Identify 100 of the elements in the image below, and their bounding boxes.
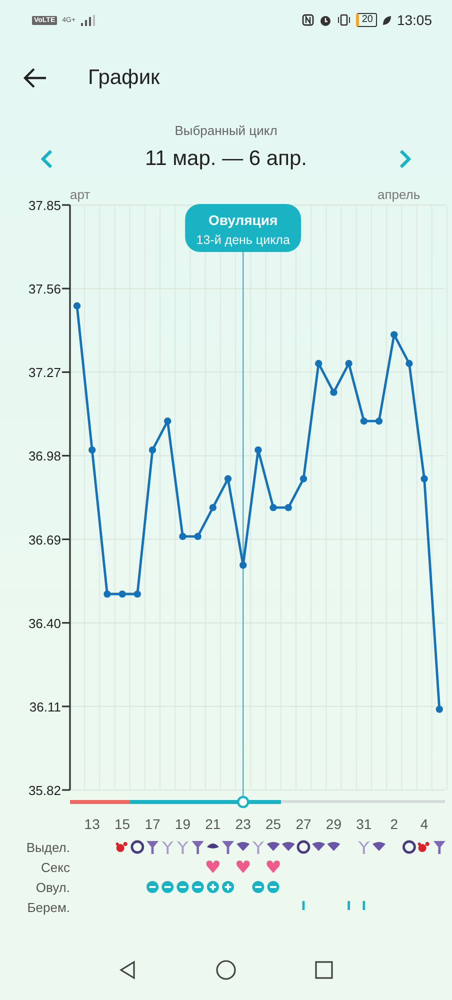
data-point [360,418,368,425]
data-point [330,388,338,396]
data-point [134,590,141,598]
y-tick-label: 35.82 [28,783,61,798]
cycle-caption: Выбранный цикл [174,123,278,138]
data-point [284,504,292,512]
ovulation-marker[interactable] [237,796,250,808]
vibrate-icon [336,14,351,26]
battery-indicator: 20 [356,13,377,27]
data-point [164,418,172,425]
data-point [420,475,428,482]
page-title: График [88,66,160,90]
row-label: Секс [40,860,70,874]
drop-icon [312,842,326,851]
minus-circle-icon [162,881,174,893]
alarm-icon [318,14,332,26]
data-point [254,446,262,454]
data-point [194,532,202,540]
funnel-icon [176,841,189,854]
test-mark-icon [362,901,366,910]
x-tick-label: 21 [205,816,221,832]
x-tick-label: 2 [390,816,398,832]
drop-icon [266,842,280,851]
ring-icon [130,840,144,854]
data-point [240,562,247,569]
data-point [390,331,398,338]
data-point [104,590,111,598]
data-point [179,532,186,540]
minus-circle-icon [192,881,204,893]
data-point [224,475,232,482]
row-label: Овул. [34,880,70,894]
callout-subtitle: 13-й день цикла [196,233,290,247]
month-label: арт [70,187,90,202]
blood-drops-icon [116,842,128,852]
drop-icon [372,842,386,851]
minus-circle-icon [146,881,158,893]
minus-circle-icon [267,881,280,893]
cycle-range: 11 мар. — 6 апр. [144,147,307,171]
drop-icon [282,842,295,851]
y-tick-label: 36.40 [28,616,61,631]
lens-icon [206,844,219,848]
data-point [118,590,126,598]
funnel-icon [222,841,234,854]
y-tick-label: 36.98 [28,448,61,464]
data-point [375,418,383,425]
x-tick-label: 25 [266,816,282,832]
drop-icon [236,842,250,851]
funnel-icon [146,841,158,854]
x-tick-label: 23 [235,816,251,832]
minus-circle-icon [176,881,189,893]
data-point [73,302,81,310]
y-tick-label: 37.56 [28,282,61,297]
leaf-icon [382,14,392,26]
data-point [315,360,322,368]
heart-icon [206,860,220,873]
nfc-icon [302,14,314,26]
data-point [345,360,352,368]
x-tick-label: 17 [144,816,160,832]
test-mark-icon [302,901,305,910]
heart-icon [266,860,280,873]
x-tick-label: 15 [114,816,130,832]
y-tick-label: 36.69 [28,532,61,548]
data-point [436,706,443,713]
funnel-icon [252,841,264,854]
data-point [88,446,96,454]
callout-title: Овуляция [208,212,278,228]
home-nav-icon[interactable] [214,959,237,981]
y-tick-label: 36.11 [29,699,61,714]
plus-circle-icon [222,881,234,893]
y-tick-label: 37.27 [28,365,61,380]
row-label: Выдел. [25,840,70,854]
recents-nav-icon[interactable] [314,960,334,980]
y-tick-label: 37.85 [28,198,61,213]
row-label: Берем. [26,900,70,914]
data-point [209,504,216,512]
x-tick-label: 19 [174,816,190,832]
clock-time: 13:05 [396,12,432,28]
ring-icon [402,840,416,854]
ring-icon [296,840,310,854]
signal-icon [80,14,95,26]
plus-circle-icon [206,881,219,893]
funnel-icon [358,841,370,854]
drop-icon [327,842,340,851]
data-point [270,504,277,512]
x-tick-label: 31 [356,816,372,832]
x-tick-label: 29 [326,816,342,832]
x-tick-label: 13 [84,816,100,832]
funnel-icon [192,841,204,854]
back-arrow-icon[interactable] [22,66,48,88]
funnel-icon [433,841,446,854]
x-tick-label: 27 [296,816,312,832]
data-point [406,360,413,368]
funnel-icon [162,841,174,854]
data-point [300,475,308,482]
x-tick-label: 4 [420,816,428,832]
test-mark-icon [348,901,350,910]
data-point [148,446,156,454]
minus-circle-icon [252,881,264,893]
month-label: апрель [378,187,420,202]
blood-drops-icon [418,842,430,852]
